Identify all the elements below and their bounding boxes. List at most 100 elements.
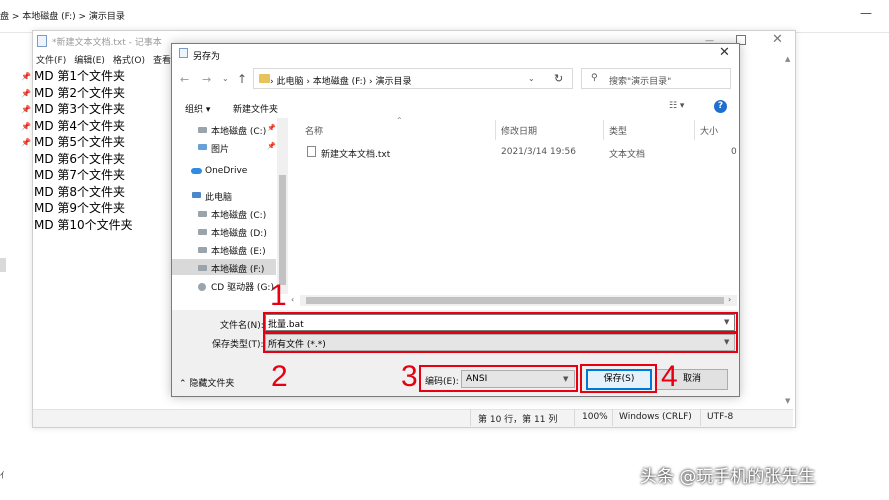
menu-edit[interactable]: 编辑(E) [74, 53, 105, 66]
scroll-right-icon[interactable]: › [728, 295, 731, 304]
status-separator [574, 409, 575, 426]
chevron-up-icon: ⌃ [179, 379, 190, 389]
nav-item-onedrive[interactable]: OneDrive [205, 166, 247, 176]
text-line: MD 第4个文件夹 [34, 118, 126, 133]
address-breadcrumb[interactable]: › 此电脑 › 本地磁盘 (F:) › 演示目录 [270, 74, 412, 87]
annotation-box-encoding [419, 365, 578, 392]
scroll-left-icon[interactable]: ‹ [291, 295, 294, 304]
column-name[interactable]: 名称 [305, 124, 323, 137]
text-file-icon [307, 146, 316, 157]
nav-scroll-thumb[interactable] [279, 175, 286, 285]
pictures-icon [198, 144, 207, 150]
dialog-title: 另存为 [193, 52, 221, 62]
drive-icon [198, 247, 207, 253]
text-line: MD 第3个文件夹 [34, 102, 126, 116]
drive-icon [198, 211, 207, 217]
text-line: MD 第9个文件夹 [34, 201, 126, 215]
scroll-down-icon[interactable]: ▼ [785, 397, 790, 405]
scroll-up-icon[interactable]: ▲ [785, 55, 790, 63]
drive-icon [198, 127, 207, 133]
new-folder-button[interactable]: 新建文件夹 [233, 102, 278, 115]
text-line: MD 第2个文件夹 [34, 85, 126, 100]
drive-icon [198, 265, 207, 271]
nav-item-c-drive[interactable]: 本地磁盘 (C:) [211, 124, 266, 137]
status-separator [470, 409, 471, 426]
status-line-ending: Windows (CRLF) [619, 412, 692, 422]
pin-icon: 📌 [21, 72, 31, 81]
up-arrow-icon[interactable]: ↑ [237, 72, 247, 86]
explorer-bottom-fragment: 亻 [0, 471, 8, 480]
hide-folders-toggle[interactable]: ⌃ 隐藏文件夹 [179, 376, 234, 389]
dialog-close-icon[interactable]: ✕ [719, 45, 730, 60]
notepad-menubar: 文件(F) 编辑(E) 格式(O) 查看( [36, 53, 183, 66]
text-line: MD 第1个文件夹 [34, 69, 126, 83]
filename-label: 文件名(N): [220, 321, 264, 331]
file-type: 文本文档 [609, 150, 646, 160]
nav-item-e-drive[interactable]: 本地磁盘 (E:) [211, 244, 266, 257]
annotation-number: 4 [661, 360, 678, 393]
menu-format[interactable]: 格式(O) [113, 53, 145, 66]
drive-icon [198, 229, 207, 235]
notepad-app-icon [37, 35, 47, 47]
text-line: MD 第6个文件夹 [34, 151, 126, 166]
explorer-selected-item [0, 258, 6, 272]
nav-item-f-drive[interactable]: 本地磁盘 (F:) [211, 262, 264, 275]
file-hscroll-thumb[interactable] [306, 297, 724, 304]
search-icon: ⚲ [591, 73, 598, 83]
pin-icon[interactable]: 📌 [267, 124, 276, 132]
computer-icon [192, 192, 201, 198]
menu-file[interactable]: 文件(F) [36, 53, 66, 66]
pin-icon: 📌 [21, 105, 31, 114]
explorer-path: 盘 > 本地磁盘 (F:) > 演示目录 [0, 12, 125, 22]
file-size: 0 [731, 147, 737, 157]
nav-item-this-pc[interactable]: 此电脑 [205, 190, 232, 203]
column-divider[interactable] [495, 120, 496, 140]
status-separator [612, 409, 613, 426]
column-size[interactable]: 大小 [700, 124, 718, 137]
annotation-box-save [580, 364, 657, 393]
file-name[interactable]: 新建文本文档.txt [321, 147, 390, 160]
annotation-box-filename [263, 312, 738, 333]
notepad-close-icon[interactable]: ✕ [772, 32, 783, 47]
notepad-text-area[interactable]: MD 第1个文件夹 MD 第2个文件夹 MD 第3个文件夹 MD 第4个文件夹 … [34, 68, 133, 233]
cloud-icon [191, 168, 202, 174]
status-zoom: 100% [582, 412, 608, 422]
search-placeholder: 搜索"演示目录" [609, 77, 672, 87]
forward-arrow-icon[interactable]: → [202, 73, 211, 86]
column-divider[interactable] [694, 120, 695, 140]
dialog-app-icon [179, 48, 188, 58]
pin-icon: 📌 [21, 138, 31, 147]
nav-item-d-drive[interactable]: 本地磁盘 (D:) [211, 226, 267, 239]
refresh-icon[interactable]: ↻ [554, 72, 563, 85]
explorer-minimize-icon[interactable]: — [860, 6, 872, 20]
nav-item-c-drive[interactable]: 本地磁盘 (C:) [211, 208, 266, 221]
nav-item-cd-drive[interactable]: CD 驱动器 (G:) [211, 280, 274, 293]
annotation-box-filetype [263, 332, 738, 353]
view-options-icon[interactable]: ☷ ▾ [669, 101, 684, 111]
back-arrow-icon[interactable]: ← [180, 73, 189, 86]
nav-item-pictures[interactable]: 图片 [211, 142, 229, 155]
folder-icon [259, 74, 270, 83]
help-icon[interactable]: ? [714, 100, 727, 113]
text-line: MD 第5个文件夹 [34, 135, 126, 149]
status-position: 第 10 行，第 11 列 [478, 415, 558, 425]
column-divider[interactable] [603, 120, 604, 140]
file-modified: 2021/3/14 19:56 [501, 147, 576, 157]
column-type[interactable]: 类型 [609, 124, 627, 137]
watermark: 头条 @玩手机的张先生 [640, 467, 816, 487]
hide-folders-label: 隐藏文件夹 [189, 379, 235, 389]
pin-icons: 📌 📌 📌 📌 📌 [21, 69, 31, 152]
sort-up-chevron-icon: ⌃ [396, 116, 403, 125]
address-chevron-down-icon[interactable]: ⌄ [528, 74, 535, 83]
recent-locations-chevron-icon[interactable]: ⌄ [222, 74, 229, 83]
column-modified[interactable]: 修改日期 [501, 124, 537, 137]
status-separator [700, 409, 701, 426]
pin-icon: 📌 [21, 121, 31, 131]
pin-icon[interactable]: 📌 [267, 142, 276, 150]
annotation-number: 3 [401, 360, 418, 393]
organize-button[interactable]: 组织 ▾ [185, 102, 210, 115]
annotation-number: 2 [271, 360, 288, 393]
notepad-scrollbar[interactable]: ▲ ▼ [783, 55, 793, 411]
text-line: MD 第8个文件夹 [34, 184, 126, 199]
pin-icon: 📌 [21, 88, 31, 98]
